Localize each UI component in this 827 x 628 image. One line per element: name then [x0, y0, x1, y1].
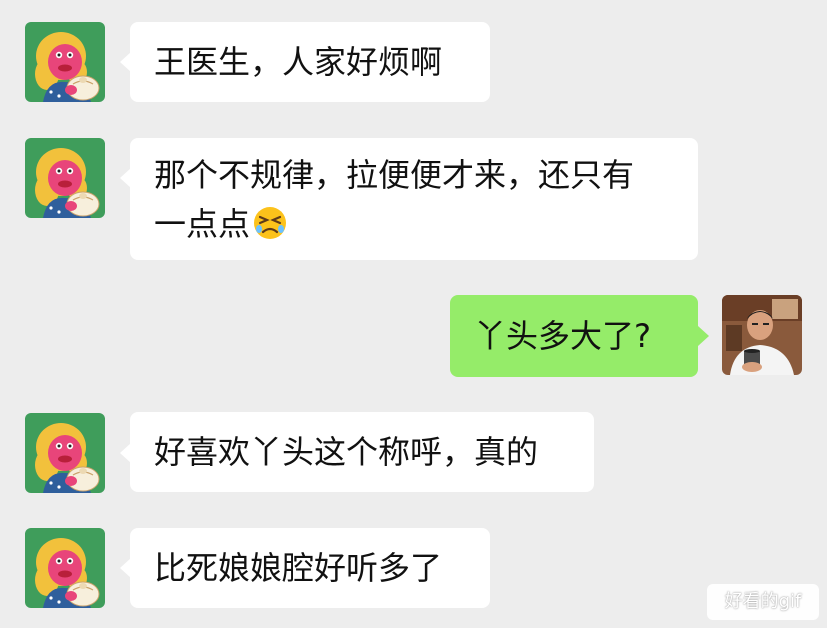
message-text-line-1: 那个不规律，拉便便才来，还只有	[154, 156, 635, 194]
message-text: 丫头多大了?	[474, 317, 651, 355]
cartoon-girl-avatar-icon	[25, 22, 105, 102]
message-bubble[interactable]: 那个不规律，拉便便才来，还只有 一点点	[130, 138, 698, 260]
patient-avatar[interactable]	[25, 138, 105, 218]
patient-avatar[interactable]	[25, 413, 105, 493]
cartoon-girl-avatar-icon	[25, 528, 105, 608]
message-bubble[interactable]: 好喜欢丫头这个称呼，真的	[130, 412, 594, 492]
message-text: 好喜欢丫头这个称呼，真的	[154, 433, 539, 471]
message-text-line-2: 一点点	[154, 205, 251, 243]
doctor-avatar[interactable]	[722, 295, 802, 375]
man-with-cup-avatar-icon	[722, 295, 802, 375]
persevering-face-emoji-icon	[254, 207, 287, 239]
patient-avatar[interactable]	[25, 528, 105, 608]
message-text: 王医生，人家好烦啊	[154, 43, 443, 81]
message-bubble[interactable]: 比死娘娘腔好听多了	[130, 528, 490, 608]
bubble-tail	[698, 326, 709, 346]
cartoon-girl-avatar-icon	[25, 138, 105, 218]
message-bubble[interactable]: 王医生，人家好烦啊	[130, 22, 490, 102]
cartoon-girl-avatar-icon	[25, 413, 105, 493]
patient-avatar[interactable]	[25, 22, 105, 102]
message-text: 比死娘娘腔好听多了	[154, 549, 443, 587]
message-bubble-outgoing[interactable]: 丫头多大了?	[450, 295, 698, 377]
message-text-line-2-wrap: 一点点	[154, 200, 674, 248]
watermark: 好看的gif	[707, 584, 819, 620]
